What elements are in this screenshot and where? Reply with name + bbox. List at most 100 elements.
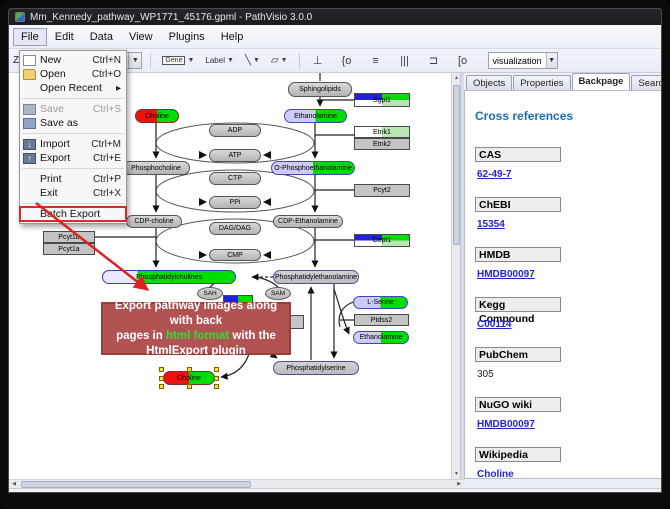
- crossref-link-62-49-7[interactable]: 62-49-7: [477, 169, 662, 180]
- file-menu-item-open-recent[interactable]: Open Recent▸: [20, 81, 126, 95]
- annotation-callout: Export pathway images along with back pa…: [101, 302, 291, 355]
- distribute-horizontal-icon[interactable]: ≡: [366, 55, 386, 67]
- selection-handle[interactable]: [159, 384, 164, 389]
- node-etnk2[interactable]: Etnk2: [354, 138, 410, 150]
- node-ptdss2[interactable]: Ptdss2: [354, 314, 409, 326]
- node-choline[interactable]: Choline: [163, 371, 215, 385]
- node-cept1[interactable]: Cept1: [354, 234, 410, 247]
- node-pcyt1a[interactable]: Pcyt1a: [43, 243, 95, 255]
- node-sgpl1[interactable]: Sgpl1: [354, 93, 410, 107]
- common-width-icon[interactable]: ⊐: [424, 54, 444, 67]
- menu-file[interactable]: File: [13, 28, 47, 46]
- node-adp[interactable]: ADP: [209, 124, 261, 137]
- align-center-icon[interactable]: ⊥: [308, 54, 328, 67]
- node-phosphocholine[interactable]: Phosphocholine: [122, 161, 190, 175]
- pathvisio-window: Mm_Kennedy_pathway_WP1771_45176.gpml - P…: [8, 8, 662, 493]
- horizontal-scrollbar[interactable]: ◀ ▶: [9, 479, 464, 488]
- node-l-serine[interactable]: L-Serine: [353, 296, 408, 309]
- common-height-icon[interactable]: [o: [453, 55, 473, 67]
- node-ctp[interactable]: CTP: [209, 172, 261, 185]
- file-menu-item-export[interactable]: ↑ExportCtrl+E: [20, 151, 126, 165]
- node-ethanolamine[interactable]: Ethanolamine: [353, 331, 409, 344]
- tab-backpage[interactable]: Backpage: [572, 73, 631, 90]
- node-cdp-ethanolamine[interactable]: CDP-Ethanolamine: [273, 215, 343, 228]
- title-bar[interactable]: Mm_Kennedy_pathway_WP1771_45176.gpml - P…: [9, 9, 661, 25]
- file-menu-item-open[interactable]: OpenCtrl+O: [20, 67, 126, 81]
- file-menu-item-import[interactable]: ↓ImportCtrl+M: [20, 137, 126, 151]
- node-phosphatidylethanolamine[interactable]: Phosphatidylethanolamine: [273, 270, 359, 284]
- node-phosphatidylcholines[interactable]: Phosphatidylcholines: [102, 270, 236, 284]
- node-sphingolipids[interactable]: Sphingolipids: [288, 82, 352, 97]
- file-menu-item-save[interactable]: SaveCtrl+S: [20, 102, 126, 116]
- node-label: CDP-choline: [134, 218, 173, 225]
- tab-search[interactable]: Search: [631, 75, 662, 90]
- chevron-down-icon[interactable]: ▼: [281, 57, 288, 64]
- node-ethanolamine[interactable]: Ethanolamine: [284, 109, 347, 123]
- menu-plugins[interactable]: Plugins: [161, 28, 213, 46]
- shape-tool-icon: ▱: [271, 55, 279, 66]
- node-ppi[interactable]: PPi: [209, 196, 261, 209]
- node-cdp-choline[interactable]: CDP-choline: [126, 215, 182, 228]
- file-menu-item-save-as[interactable]: Save as: [20, 116, 126, 130]
- menu-data[interactable]: Data: [82, 28, 121, 46]
- selection-handle[interactable]: [187, 384, 192, 389]
- node-label: Etnk1: [373, 129, 391, 136]
- vertical-scroll-thumb[interactable]: [453, 85, 460, 245]
- distribute-vertical-icon[interactable]: |||: [395, 55, 415, 67]
- node-choline[interactable]: Choline: [135, 109, 179, 123]
- crossref-link-15354[interactable]: 15354: [477, 219, 662, 230]
- menu-help[interactable]: Help: [213, 28, 252, 46]
- node-cmp[interactable]: CMP: [209, 249, 261, 261]
- chevron-down-icon[interactable]: ▼: [227, 57, 234, 64]
- file-menu: NewCtrl+NOpenCtrl+OOpen Recent▸ SaveCtrl+…: [19, 50, 127, 224]
- save-icon: [23, 104, 36, 115]
- menu-separator: [22, 168, 124, 169]
- node-label: O-Phosphoethanolamine: [274, 165, 351, 172]
- node-label: Pcyt2: [373, 187, 391, 194]
- node-dag-dag[interactable]: DAG/DAG: [209, 222, 261, 235]
- selection-handle[interactable]: [159, 367, 164, 372]
- file-menu-item-print[interactable]: PrintCtrl+P: [20, 172, 126, 186]
- node-pcyt1b[interactable]: Pcyt1b: [43, 231, 95, 243]
- selection-handle[interactable]: [159, 376, 164, 381]
- crossref-value-305: 305: [477, 369, 662, 380]
- chevron-down-icon[interactable]: ▼: [253, 57, 260, 64]
- horizontal-scroll-thumb[interactable]: [21, 481, 251, 488]
- import-icon: ↓: [23, 139, 36, 150]
- file-menu-item-new[interactable]: NewCtrl+N: [20, 53, 126, 67]
- tab-objects[interactable]: Objects: [466, 75, 512, 90]
- menu-edit[interactable]: Edit: [47, 28, 82, 46]
- node-etnk1[interactable]: Etnk1: [354, 126, 410, 138]
- label-tool-button[interactable]: Label ▼: [202, 52, 237, 70]
- status-bar: | Gene database: ...m_Derby_20120602.bri…: [9, 488, 661, 493]
- file-menu-item-exit[interactable]: ExitCtrl+X: [20, 186, 126, 200]
- selection-handle[interactable]: [214, 384, 219, 389]
- selection-handle[interactable]: [214, 367, 219, 372]
- chevron-down-icon[interactable]: ▼: [187, 57, 194, 64]
- alignment-icon-group: ⊥ {o ≡ ||| ⊐ [o: [308, 54, 473, 67]
- node-atp[interactable]: ATP: [209, 149, 261, 162]
- pathvisio-logo-icon: [15, 12, 25, 22]
- node-pcyt2[interactable]: Pcyt2: [354, 184, 410, 197]
- chevron-down-icon[interactable]: ▼: [128, 53, 141, 68]
- menu-view[interactable]: View: [121, 28, 161, 46]
- crossref-link-choline[interactable]: Choline: [477, 469, 662, 479]
- align-middle-icon[interactable]: {o: [337, 55, 357, 67]
- line-tool-button[interactable]: ╲ ▼: [242, 52, 263, 70]
- crossref-link-hmdb00097[interactable]: HMDB00097: [477, 419, 662, 430]
- crossref-link-c00114[interactable]: C00114: [477, 319, 662, 330]
- shape-tool-button[interactable]: ▱ ▼: [268, 52, 291, 70]
- node-phosphatidylserine[interactable]: Phosphatidylserine: [273, 361, 359, 375]
- selection-handle[interactable]: [187, 367, 192, 372]
- chevron-down-icon[interactable]: ▼: [546, 53, 557, 68]
- backpage-content[interactable]: Cross references CAS62-49-7ChEBI15354HMD…: [464, 90, 662, 479]
- file-menu-item-batch-export[interactable]: Batch Export: [20, 207, 126, 221]
- datanode-tool-button[interactable]: Gene ▼: [159, 52, 197, 70]
- node-o-phosphoethanolamine[interactable]: O-Phosphoethanolamine: [271, 161, 355, 175]
- tab-properties[interactable]: Properties: [513, 75, 570, 90]
- selection-handle[interactable]: [214, 376, 219, 381]
- crossref-link-hmdb00097[interactable]: HMDB00097: [477, 269, 662, 280]
- visualization-combobox[interactable]: visualization ▼: [488, 52, 558, 69]
- node-label: Ethanolamine: [360, 334, 403, 341]
- vertical-scrollbar[interactable]: ▲ ▼: [451, 73, 460, 479]
